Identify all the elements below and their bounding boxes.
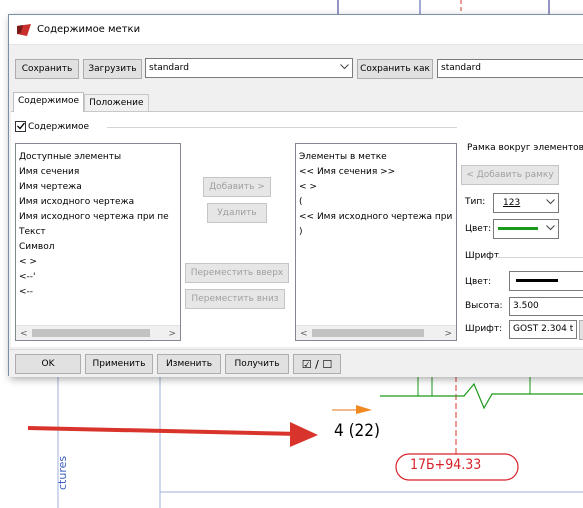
scroll-left-icon[interactable]: < <box>300 329 308 339</box>
preset-select[interactable]: standard <box>145 58 353 78</box>
add-frame-button[interactable]: < Добавить рамку <box>461 165 559 185</box>
scroll-left-icon[interactable]: < <box>20 329 28 339</box>
label-list-scrollbar[interactable]: < > <box>296 325 456 340</box>
station-label-text: 17Б+94.33 <box>410 457 482 473</box>
list-item[interactable]: Символ <box>16 240 180 255</box>
frame-group-header: Рамка вокруг элементов <box>467 143 583 153</box>
load-button[interactable]: Загрузить <box>83 59 142 79</box>
chevron-down-icon <box>546 199 555 205</box>
available-list-scrollbar[interactable]: < > <box>16 325 180 340</box>
font-name-input[interactable]: GOST 2.304 t <box>509 320 577 339</box>
apply-button[interactable]: Применить <box>85 354 153 374</box>
tab-position[interactable]: Положение <box>84 94 149 112</box>
frame-type-select[interactable]: 123 <box>493 193 559 213</box>
list-item[interactable]: << Имя исходного чертежа при <box>296 210 456 225</box>
dialog-titlebar[interactable]: Содержимое метки <box>9 15 583 45</box>
save-as-button[interactable]: Сохранить как <box>357 59 433 79</box>
font-color-swatch <box>516 279 558 282</box>
save-button[interactable]: Сохранить <box>15 59 79 79</box>
font-color-select[interactable] <box>509 271 583 291</box>
font-separator <box>495 257 583 258</box>
dialog-title: Содержимое метки <box>37 24 141 35</box>
font-height-label: Высота: <box>465 301 503 311</box>
scrollbar-thumb[interactable] <box>312 329 424 337</box>
frame-color-select[interactable] <box>493 219 559 239</box>
font-height-input[interactable]: 3.500 <box>509 297 583 316</box>
get-button[interactable]: Получить <box>225 354 289 374</box>
frame-color-label: Цвет: <box>465 224 492 234</box>
list-item[interactable]: < > <box>296 180 456 195</box>
frame-type-label: Тип: <box>465 197 486 207</box>
list-item[interactable]: Имя сечения <box>16 165 180 180</box>
font-name-label: Шрифт: <box>465 324 503 334</box>
list-item[interactable]: Имя исходного чертежа <box>16 195 180 210</box>
font-color-label: Цвет: <box>465 277 492 287</box>
toggle-checkboxes-button[interactable]: ☑ / ☐ <box>293 354 341 374</box>
frame-color-swatch <box>498 227 538 230</box>
modify-button[interactable]: Изменить <box>157 354 221 374</box>
checkmark-icon <box>17 122 25 130</box>
label-elements-list[interactable]: Элементы в метке << Имя сечения >> < > (… <box>295 143 457 341</box>
font-group-header: Шрифт <box>465 251 500 261</box>
move-up-button[interactable]: Переместить вверх <box>185 263 289 283</box>
scroll-right-icon[interactable]: > <box>444 329 452 339</box>
section-label-text: 4 (22) <box>334 421 380 441</box>
label-content-dialog: Содержимое метки Сохранить Загрузить sta… <box>8 14 583 377</box>
list-item[interactable]: Имя чертежа <box>16 180 180 195</box>
label-list-header: Элементы в метке <box>299 152 387 162</box>
list-item[interactable]: << Имя сечения >> <box>296 165 456 180</box>
save-as-name-input[interactable]: standard <box>437 59 583 78</box>
ok-button[interactable]: OK <box>15 354 81 374</box>
list-item[interactable]: ) <box>296 225 456 240</box>
move-down-button[interactable]: Переместить вниз <box>185 289 285 309</box>
list-item[interactable]: <-- <box>16 285 180 300</box>
list-item[interactable]: Имя исходного чертежа при пе <box>16 210 180 225</box>
app-icon <box>17 23 31 36</box>
remove-element-button[interactable]: Удалить <box>207 203 267 223</box>
font-browse-button[interactable] <box>579 320 583 340</box>
add-element-button[interactable]: Добавить > <box>203 177 271 197</box>
scroll-right-icon[interactable]: > <box>168 329 176 339</box>
content-separator <box>107 127 457 128</box>
content-checkbox-row[interactable]: Содержимое <box>15 121 89 132</box>
list-item[interactable]: Текст <box>16 225 180 240</box>
tab-strip: Содержимое Положение <box>13 92 149 112</box>
dialog-button-bar: OK Применить Изменить Получить ☑ / ☐ <box>9 349 583 377</box>
scrollbar-thumb[interactable] <box>32 329 150 337</box>
content-checkbox[interactable] <box>15 121 26 132</box>
tab-content[interactable]: Содержимое <box>13 92 85 112</box>
list-item[interactable]: < > <box>16 255 180 270</box>
available-list-header: Доступные элементы <box>19 152 122 162</box>
chevron-down-icon <box>546 225 555 231</box>
content-checkbox-label: Содержимое <box>28 121 90 132</box>
preset-select-value: standard <box>149 63 189 73</box>
available-elements-list[interactable]: Доступные элементы Имя сечения Имя черте… <box>15 143 181 341</box>
side-vertical-text: ctures <box>56 455 69 490</box>
frame-type-value: 123 <box>503 198 521 208</box>
list-item[interactable]: ( <box>296 195 456 210</box>
list-item[interactable]: <--' <box>16 270 180 285</box>
chevron-down-icon <box>340 64 349 70</box>
